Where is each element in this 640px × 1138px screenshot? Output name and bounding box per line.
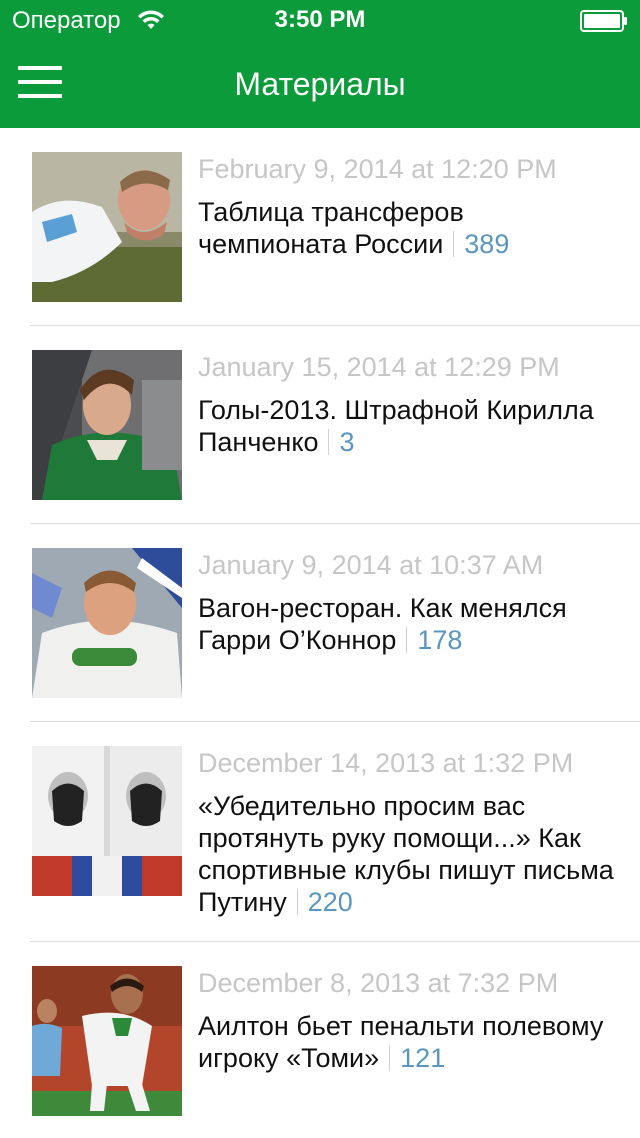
article-title[interactable]: «Убедительно просим вас протянуть руку п… [198,790,618,918]
article-date: December 14, 2013 at 1:32 PM [198,748,574,778]
article-title[interactable]: Голы-2013. Штрафной Кирилла Панченко 3 [198,394,618,458]
article-title[interactable]: Таблица трансферов чемпионата России 389 [198,196,618,260]
article-thumbnail [32,152,182,302]
header: Оператор 3:50 PM Материалы [0,0,640,128]
list-item[interactable]: December 14, 2013 at 1:32 PM «Убедительн… [30,722,640,942]
status-time: 3:50 PM [274,6,366,33]
article-title[interactable]: Аилтон бьет пенальти полевому игроку «То… [198,1010,618,1074]
comment-count: 220 [307,887,353,917]
separator [328,429,330,455]
separator [296,889,298,915]
article-date: December 8, 2013 at 7:32 PM [198,968,559,998]
comment-count: 178 [417,625,463,655]
article-date: February 9, 2014 at 12:20 PM [198,154,557,184]
article-title[interactable]: Вагон-ресторан. Как менялся Гарри О’Конн… [198,592,618,656]
article-thumbnail [32,548,182,698]
article-date: January 9, 2014 at 10:37 AM [198,550,544,580]
page-title: Материалы [234,66,406,102]
article-list: February 9, 2014 at 12:20 PM Таблица тра… [0,128,640,1138]
comment-count: 121 [400,1043,446,1073]
comment-count: 3 [339,427,355,457]
article-date: January 15, 2014 at 12:29 PM [198,352,560,382]
comment-count: 389 [464,229,510,259]
separator [389,1045,391,1071]
separator [406,627,408,653]
article-thumbnail [32,966,182,1116]
status-bar: Оператор 3:50 PM [0,0,640,40]
article-thumbnail [32,350,182,500]
list-item[interactable]: February 9, 2014 at 12:20 PM Таблица тра… [30,128,640,326]
battery-icon [580,10,627,32]
navigation-bar: Материалы [0,40,640,128]
separator [453,231,455,257]
article-thumbnail [32,746,182,896]
list-item[interactable]: January 15, 2014 at 12:29 PM Голы-2013. … [30,326,640,524]
list-item[interactable]: January 9, 2014 at 10:37 AM Вагон-рестор… [30,524,640,722]
list-item[interactable]: December 8, 2013 at 7:32 PM Аилтон бьет … [30,942,640,1138]
